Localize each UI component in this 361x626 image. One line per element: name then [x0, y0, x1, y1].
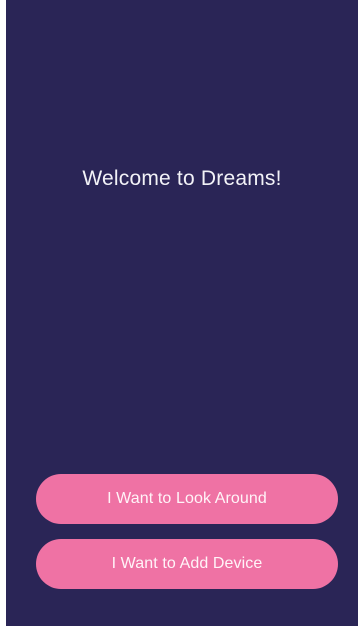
look-around-button[interactable]: I Want to Look Around	[36, 474, 338, 524]
welcome-title: Welcome to Dreams!	[82, 167, 282, 190]
add-device-button[interactable]: I Want to Add Device	[36, 539, 338, 589]
welcome-screen: Welcome to Dreams! I Want to Look Around…	[6, 0, 358, 626]
